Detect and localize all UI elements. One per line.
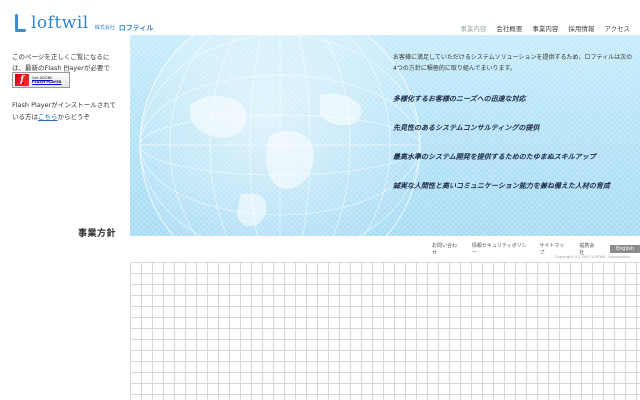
footer-link-contact[interactable]: お問い合わせ	[432, 242, 460, 256]
logo-subtitle: 株式会社	[94, 25, 115, 31]
footer-link-security-policy[interactable]: 情報セキュリティポリシー	[472, 242, 528, 256]
policy-item: 多様化するお客様のニーズへの迅速な対応	[393, 94, 526, 103]
logo-mark-icon	[13, 14, 27, 32]
get-flash-player-button[interactable]: f Get ADOBE FLASH PLAYER	[12, 72, 70, 88]
hero-banner: お客様に満足していただけるシステムソリューションを提供するため、ロフティルは次の…	[130, 35, 640, 236]
hero-intro-text: お客様に満足していただけるシステムソリューションを提供するため、ロフティルは次の…	[393, 54, 633, 72]
english-button[interactable]: English	[609, 245, 640, 253]
logo-wordmark: loftwil	[31, 13, 89, 33]
nav-item-recruit[interactable]: 採用情報	[568, 23, 594, 33]
flash-install-link[interactable]: こちら	[38, 113, 58, 121]
nav-item-access[interactable]: アクセス	[604, 23, 630, 33]
grid-background	[130, 262, 640, 400]
flash-install-note: Flash Playerがインストールされている方はこちらからどうぞ	[12, 101, 117, 121]
policy-item: 誠実な人間性と高いコミュニケーション能力を兼ね備えた人材の育成	[393, 181, 610, 190]
policy-title: 事業方針	[78, 229, 117, 239]
site-logo[interactable]: loftwil 株式会社 ロフティル	[13, 14, 153, 32]
policy-item: 最高水準のシステム開発を提供するためのたゆまぬスキルアップ	[393, 152, 596, 161]
policy-list: 多様化するお客様のニーズへの迅速な対応 先見性のあるシステムコンサルティングの提…	[393, 94, 610, 210]
flash-icon: f	[15, 74, 29, 86]
nav-item-business-current[interactable]: 事業内容	[460, 23, 486, 33]
global-nav: 事業内容 会社概要 事業内容 採用情報 アクセス	[460, 23, 630, 33]
logo-kana: ロフティル	[118, 24, 154, 32]
nav-item-business[interactable]: 事業内容	[532, 23, 558, 33]
nav-item-company[interactable]: 会社概要	[496, 23, 522, 33]
flash-badge-bottom: FLASH PLAYER	[32, 80, 62, 84]
copyright: Copyright (C) 2007 LOFWIL Corporation	[554, 254, 630, 259]
policy-item: 先見性のあるシステムコンサルティングの提供	[393, 123, 540, 132]
